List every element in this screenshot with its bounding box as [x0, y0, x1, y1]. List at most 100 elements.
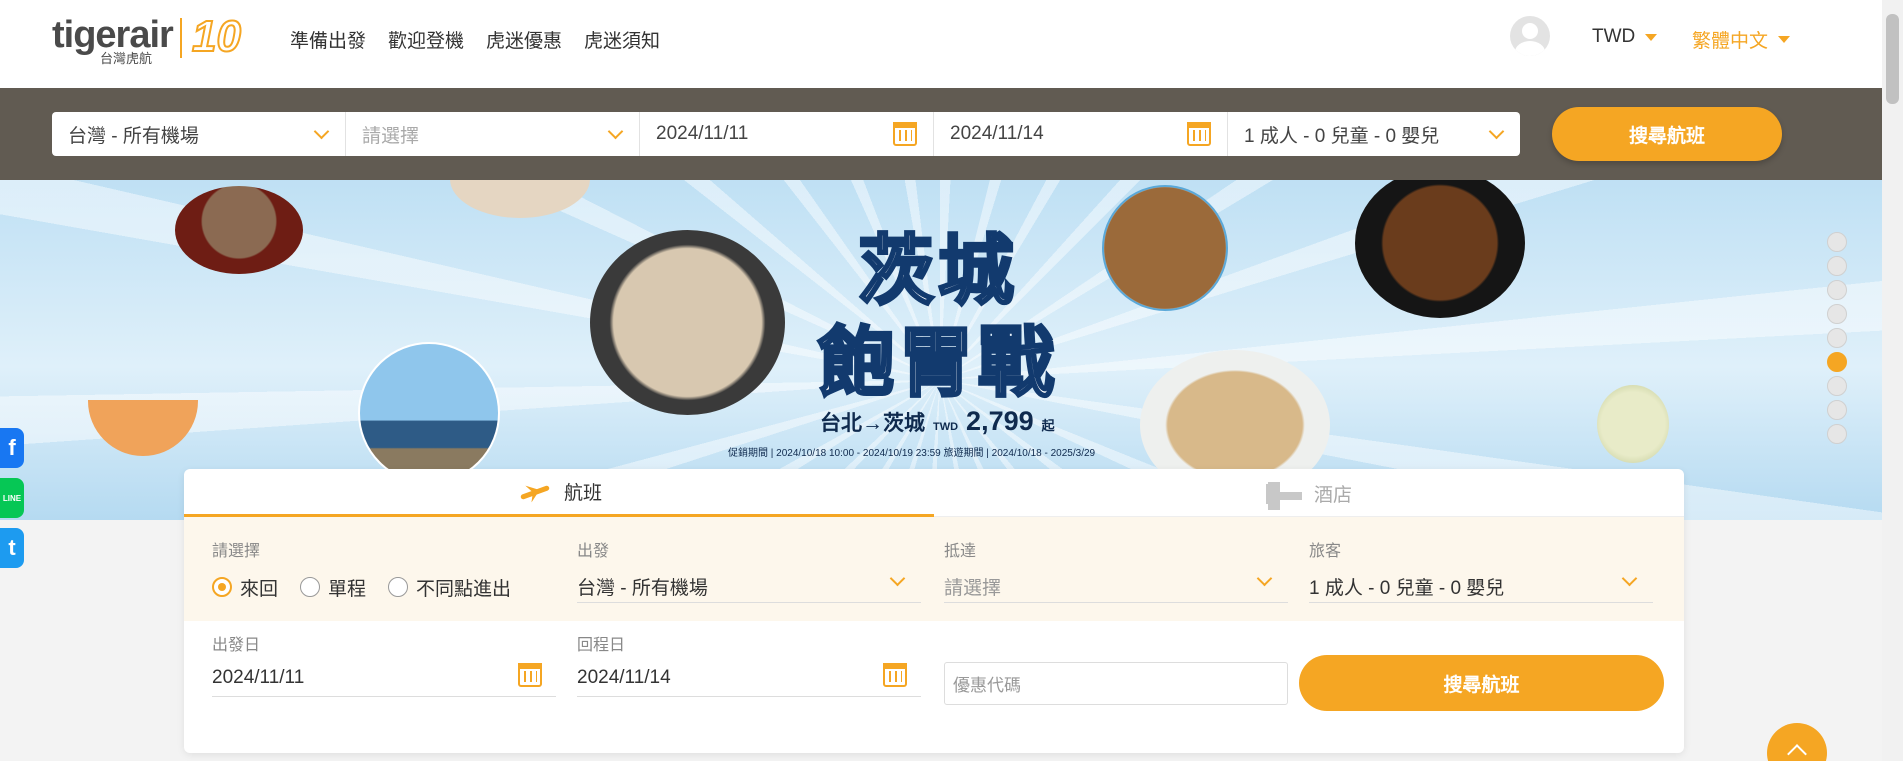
back-to-top-button[interactable] [1767, 723, 1827, 761]
logo-divider [180, 18, 182, 58]
trip-type-radios: 來回 單程 不同點進出 [212, 571, 542, 603]
user-avatar-icon[interactable] [1510, 16, 1550, 56]
quick-destination-select[interactable]: 請選擇 [346, 112, 640, 156]
calendar-icon[interactable] [883, 663, 907, 687]
carousel-dot[interactable] [1827, 304, 1847, 324]
passengers-value: 1 成人 - 0 兒童 - 0 嬰兒 [1309, 578, 1505, 599]
passengers-select[interactable]: 1 成人 - 0 兒童 - 0 嬰兒 [1309, 570, 1653, 603]
quick-origin-value: 台灣 - 所有機場 [68, 125, 199, 147]
twitter-icon[interactable]: t [0, 528, 24, 568]
nav-item-boarding[interactable]: 歡迎登機 [388, 26, 464, 53]
carousel-dot[interactable] [1827, 424, 1847, 444]
chevron-down-icon [1621, 570, 1638, 587]
quick-passengers-select[interactable]: 1 成人 - 0 兒童 - 0 嬰兒 [1228, 112, 1520, 156]
quick-search-button[interactable]: 搜尋航班 [1552, 107, 1782, 161]
quick-origin-select[interactable]: 台灣 - 所有機場 [52, 112, 346, 156]
promo-code-input[interactable]: 優惠代碼 [944, 662, 1288, 705]
return-date-input[interactable]: 2024/11/14 [577, 663, 921, 697]
quick-depart-date[interactable]: 2024/11/11 [640, 112, 934, 156]
quick-passengers-value: 1 成人 - 0 兒童 - 0 嬰兒 [1244, 125, 1440, 147]
banner-title: 茨城 飽胃戰 [817, 228, 1058, 408]
nav-item-info[interactable]: 虎迷須知 [584, 26, 660, 53]
carousel-dot-active[interactable] [1827, 352, 1847, 372]
airplane-icon [516, 481, 552, 503]
return-date-value: 2024/11/14 [577, 667, 671, 688]
nav-item-prepare[interactable]: 準備出發 [290, 26, 366, 53]
search-flights-button[interactable]: 搜尋航班 [1299, 655, 1664, 711]
depart-date-field: 出發日 2024/11/11 [212, 631, 556, 697]
calendar-icon[interactable] [1187, 122, 1211, 146]
caret-down-icon [1778, 36, 1791, 43]
melon-image [1597, 385, 1669, 463]
banner-price-value: 2,799 [966, 406, 1034, 436]
banner-currency: TWD [933, 421, 959, 433]
return-date-field: 回程日 2024/11/14 [577, 631, 921, 697]
carousel-dots [1827, 232, 1847, 444]
language-selector[interactable]: 繁體中文 [1692, 26, 1791, 53]
tab-hotels-label: 酒店 [1313, 484, 1352, 506]
site-header: tigerair 台灣虎航 10 準備出發 歡迎登機 虎迷優惠 虎迷須知 TWD… [0, 0, 1882, 88]
banner-price: 台北→茨城 TWD 2,799 起 [820, 406, 1055, 437]
destination-label: 抵達 [944, 543, 977, 560]
natto-image [1102, 185, 1228, 311]
torii-coast-image [358, 342, 500, 484]
quick-search-bar: 台灣 - 所有機場 請選擇 2024/11/11 2024/11/14 1 成人… [0, 88, 1882, 180]
main-nav: 準備出發 歡迎登機 虎迷優惠 虎迷須知 [290, 26, 660, 53]
return-date-label: 回程日 [577, 637, 626, 654]
line-icon[interactable]: LINE [0, 478, 24, 518]
origin-value: 台灣 - 所有機場 [577, 578, 708, 599]
chevron-down-icon [313, 123, 330, 140]
destination-select[interactable]: 請選擇 [944, 570, 1288, 603]
banner-fine-print: 促銷期間 | 2024/10/18 10:00 - 2024/10/19 23:… [728, 448, 1096, 459]
chevron-down-icon [1256, 570, 1273, 587]
carousel-dot[interactable] [1827, 280, 1847, 300]
bed-icon [1265, 482, 1302, 504]
social-share-bar: f LINE t [0, 428, 24, 568]
origin-label: 出發 [577, 543, 610, 560]
soba-bowl-image [175, 186, 303, 274]
page-scrollbar[interactable] [1882, 0, 1903, 761]
nav-item-deals[interactable]: 虎迷優惠 [486, 26, 562, 53]
origin-select[interactable]: 台灣 - 所有機場 [577, 570, 921, 603]
trip-type-label: 請選擇 [212, 543, 261, 560]
destination-placeholder: 請選擇 [944, 578, 1002, 599]
anniversary-mark: 10 [191, 11, 242, 62]
quick-depart-value: 2024/11/11 [656, 123, 749, 144]
carousel-dot[interactable] [1827, 256, 1847, 276]
tab-hotels[interactable]: 酒店 [934, 469, 1684, 517]
scrollbar-thumb[interactable] [1886, 14, 1899, 104]
depart-date-label: 出發日 [212, 637, 261, 654]
radio-unchecked-icon[interactable] [388, 577, 409, 597]
depart-date-value: 2024/11/11 [212, 667, 305, 688]
radio-multi-city[interactable]: 不同點進出 [388, 574, 511, 601]
passengers-label: 旅客 [1309, 543, 1342, 560]
carousel-dot[interactable] [1827, 328, 1847, 348]
hotpot-image [590, 230, 785, 415]
quick-return-value: 2024/11/14 [950, 123, 1044, 144]
facebook-icon[interactable]: f [0, 428, 24, 468]
radio-one-way[interactable]: 單程 [300, 574, 366, 601]
banner-route: 台北→茨城 [820, 412, 925, 435]
radio-checked-icon[interactable] [212, 577, 232, 597]
tab-flights-label: 航班 [563, 483, 602, 504]
booking-tabs: 航班 酒店 [184, 469, 1684, 517]
calendar-icon[interactable] [518, 663, 542, 687]
tab-flights[interactable]: 航班 [184, 469, 934, 517]
quick-search-fields: 台灣 - 所有機場 請選擇 2024/11/11 2024/11/14 1 成人… [52, 112, 1520, 156]
carousel-dot[interactable] [1827, 376, 1847, 396]
caret-down-icon [1645, 33, 1658, 41]
banner-price-suffix: 起 [1041, 418, 1055, 433]
origin-field: 出發 台灣 - 所有機場 [577, 537, 921, 603]
currency-selector[interactable]: TWD [1592, 26, 1658, 48]
depart-date-input[interactable]: 2024/11/11 [212, 663, 556, 697]
tigerair-logo[interactable]: tigerair 台灣虎航 10 [52, 11, 252, 66]
calendar-icon[interactable] [893, 122, 917, 146]
chevron-down-icon [607, 123, 624, 140]
trip-type-field: 請選擇 來回 單程 不同點進出 [212, 537, 542, 603]
radio-round-trip[interactable]: 來回 [212, 574, 278, 601]
passengers-field: 旅客 1 成人 - 0 兒童 - 0 嬰兒 [1309, 537, 1653, 603]
carousel-dot[interactable] [1827, 400, 1847, 420]
quick-return-date[interactable]: 2024/11/14 [934, 112, 1228, 156]
carousel-dot[interactable] [1827, 232, 1847, 252]
radio-unchecked-icon[interactable] [300, 577, 321, 597]
